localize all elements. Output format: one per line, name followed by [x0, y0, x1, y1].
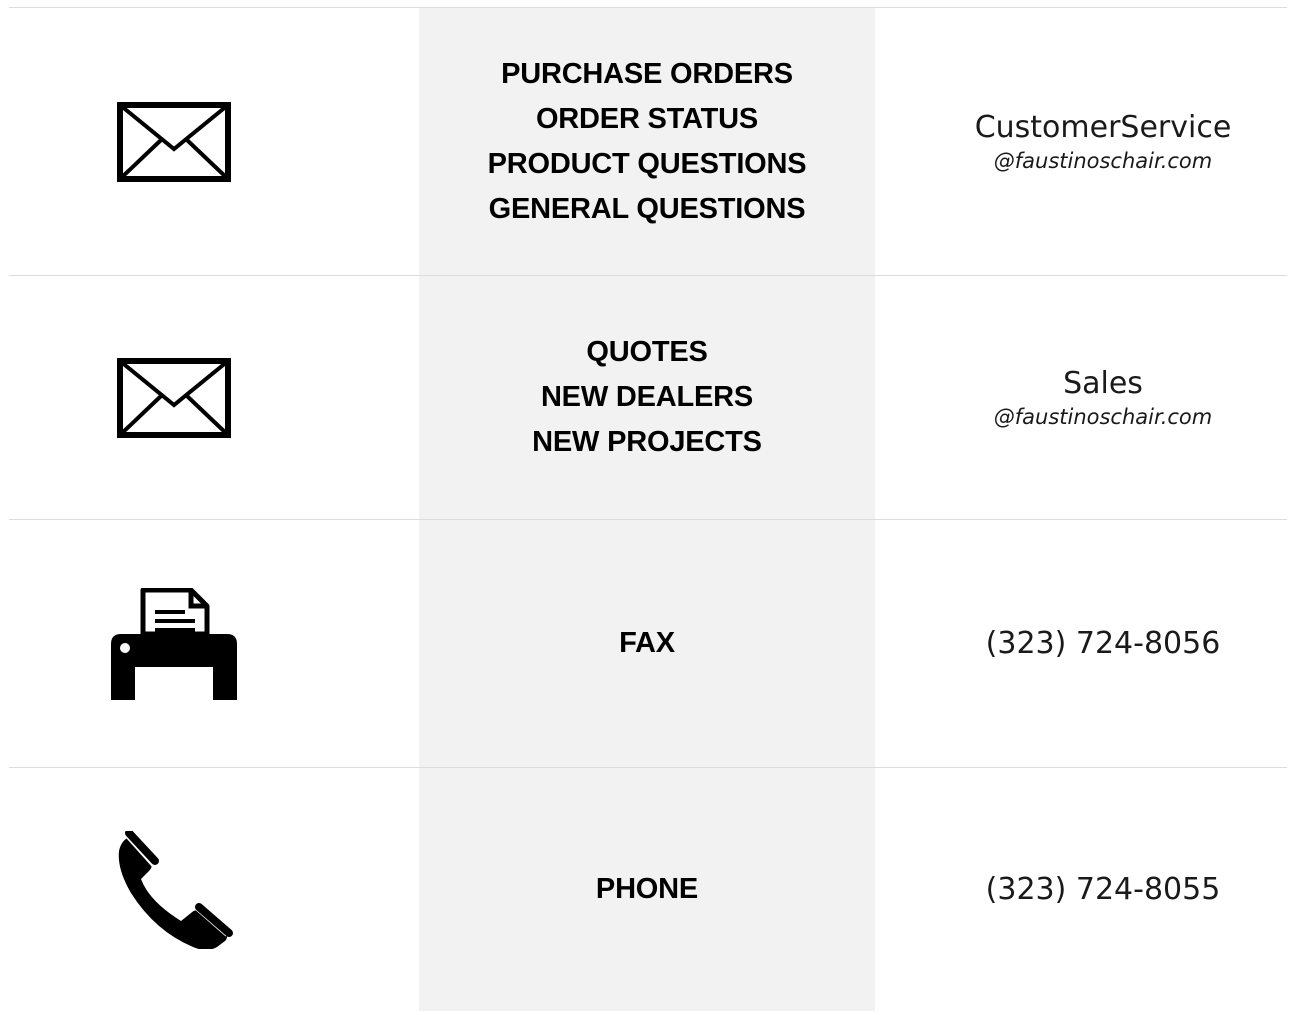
icon-cell: [9, 276, 339, 523]
topic-list: PHONE: [596, 867, 698, 912]
topic-cell: PHONE: [419, 768, 875, 1015]
topic-cell: PURCHASE ORDERS ORDER STATUS PRODUCT QUE…: [419, 8, 875, 275]
icon-cell: [9, 8, 339, 275]
envelope-icon: [117, 101, 231, 182]
email-domain: @faustinoschair.com: [993, 148, 1213, 173]
topic-item: NEW DEALERS: [540, 381, 754, 413]
topic-item: PHONE: [595, 873, 699, 905]
contact-row-phone: PHONE (323) 724-8055: [9, 768, 1287, 1011]
topic-cell: FAX: [419, 520, 875, 771]
topic-list: QUOTES NEW DEALERS NEW PROJECTS: [532, 330, 762, 465]
contact-row-fax: FAX (323) 724-8056: [9, 520, 1287, 767]
fax-icon: [111, 587, 237, 700]
topic-item: PRODUCT QUESTIONS: [487, 147, 807, 180]
topic-list: PURCHASE ORDERS ORDER STATUS PRODUCT QUE…: [488, 52, 807, 232]
topic-item: NEW PROJECTS: [532, 426, 762, 458]
phone-icon: [118, 830, 233, 949]
topic-list: FAX: [619, 621, 675, 666]
icon-cell: [9, 520, 339, 771]
contact-cell: (323) 724-8055: [875, 768, 1291, 1015]
envelope-icon: [117, 357, 231, 438]
contact-cell: Sales @faustinoschair.com: [875, 276, 1291, 531]
icon-cell: [9, 768, 339, 1011]
customer-service-email-link[interactable]: CustomerService: [975, 109, 1232, 147]
email-domain: @faustinoschair.com: [993, 404, 1213, 429]
topic-cell: QUOTES NEW DEALERS NEW PROJECTS: [419, 276, 875, 523]
topic-item: GENERAL QUESTIONS: [488, 192, 806, 225]
topic-item: QUOTES: [586, 336, 708, 368]
sales-email-link[interactable]: Sales: [1063, 365, 1143, 403]
contact-cell: CustomerService @faustinoschair.com: [875, 8, 1291, 279]
topic-item: PURCHASE ORDERS: [501, 57, 793, 90]
contact-row-customer-service: PURCHASE ORDERS ORDER STATUS PRODUCT QUE…: [9, 8, 1287, 275]
topic-item: ORDER STATUS: [535, 102, 759, 135]
contact-row-sales: QUOTES NEW DEALERS NEW PROJECTS Sales @f…: [9, 276, 1287, 519]
topic-item: FAX: [619, 627, 675, 659]
phone-number-link[interactable]: (323) 724-8055: [986, 871, 1221, 909]
fax-number-link[interactable]: (323) 724-8056: [986, 625, 1221, 663]
contact-cell: (323) 724-8056: [875, 520, 1291, 771]
